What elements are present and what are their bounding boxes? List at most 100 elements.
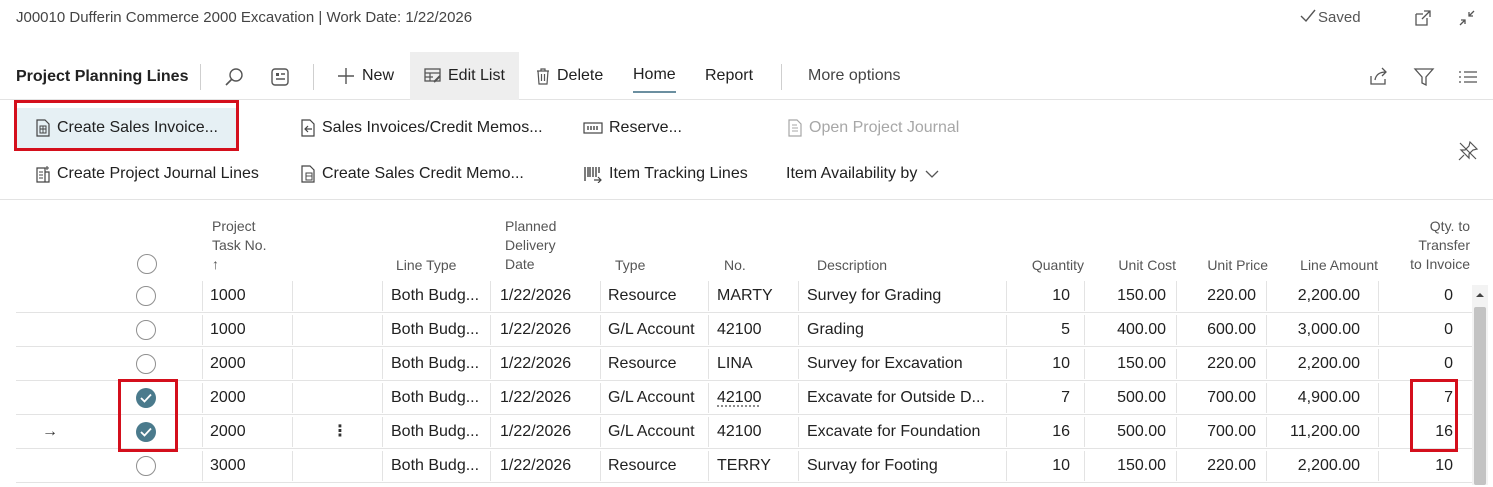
row-select-checkbox[interactable] <box>136 456 156 476</box>
task-no-cell[interactable]: 2000 <box>210 347 290 381</box>
col-header-qty-to-transfer[interactable]: Qty. to Transfer to Invoice <box>1390 217 1470 274</box>
col-header-unit-cost[interactable]: Unit Cost <box>1096 256 1176 275</box>
description-cell[interactable]: Grading <box>807 313 1002 347</box>
quantity-cell[interactable]: 7 <box>1010 381 1070 415</box>
col-header-line-type[interactable]: Line Type <box>396 256 456 275</box>
unit-price-cell[interactable]: 220.00 <box>1184 449 1256 483</box>
unit-price-cell[interactable]: 220.00 <box>1184 347 1256 381</box>
quantity-cell[interactable]: 10 <box>1010 449 1070 483</box>
no-cell[interactable]: TERRY <box>717 449 797 483</box>
tab-home[interactable]: Home <box>633 59 676 93</box>
type-cell[interactable]: G/L Account <box>608 313 708 347</box>
col-header-line-amount[interactable]: Line Amount <box>1278 256 1378 275</box>
col-header-planned-delivery-date[interactable]: Planned Delivery Date <box>505 217 556 274</box>
planned-delivery-date-cell[interactable]: 1/22/2026 <box>500 449 600 483</box>
qty-to-transfer-cell[interactable]: 0 <box>1388 279 1453 313</box>
more-options-button[interactable]: More options <box>808 52 901 100</box>
unpin-icon[interactable] <box>1457 140 1479 162</box>
planned-delivery-date-cell[interactable]: 1/22/2026 <box>500 313 600 347</box>
unit-cost-cell[interactable]: 400.00 <box>1094 313 1166 347</box>
col-header-no[interactable]: No. <box>724 256 746 275</box>
unit-cost-cell[interactable]: 150.00 <box>1094 347 1166 381</box>
col-header-unit-price[interactable]: Unit Price <box>1188 256 1268 275</box>
qty-to-transfer-cell[interactable]: 10 <box>1388 449 1453 483</box>
filter-icon[interactable] <box>1413 66 1435 88</box>
create-project-journal-lines-button[interactable]: Create Project Journal Lines <box>35 154 259 194</box>
no-cell[interactable]: MARTY <box>717 279 797 313</box>
line-type-cell[interactable]: Both Budg... <box>391 449 491 483</box>
open-new-window-icon[interactable] <box>1413 8 1433 28</box>
line-type-cell[interactable]: Both Budg... <box>391 347 491 381</box>
unit-cost-cell[interactable]: 500.00 <box>1094 415 1166 449</box>
personalize-icon[interactable] <box>269 66 291 88</box>
share-icon[interactable] <box>1368 66 1390 88</box>
row-menu-icon[interactable] <box>332 449 342 483</box>
table-row[interactable]: → 2000 ⋮ Both Budg... 1/22/2026 G/L Acco… <box>16 415 1472 449</box>
item-availability-by-menu[interactable]: Item Availability by <box>786 154 940 194</box>
task-no-cell[interactable]: 2000 <box>210 415 290 449</box>
no-cell[interactable]: LINA <box>717 347 797 381</box>
description-cell[interactable]: Excavate for Foundation <box>807 415 1002 449</box>
table-row[interactable]: 2000 Both Budg... 1/22/2026 G/L Account … <box>16 381 1472 415</box>
no-cell[interactable]: 42100 <box>717 381 797 415</box>
row-menu-icon[interactable] <box>332 279 342 313</box>
scrollbar-thumb[interactable] <box>1474 307 1486 485</box>
qty-to-transfer-cell[interactable]: 16 <box>1388 415 1453 449</box>
row-menu-icon[interactable] <box>332 313 342 347</box>
type-cell[interactable]: Resource <box>608 279 708 313</box>
unit-price-cell[interactable]: 700.00 <box>1184 415 1256 449</box>
description-cell[interactable]: Excavate for Outside D... <box>807 381 1002 415</box>
unit-price-cell[interactable]: 220.00 <box>1184 279 1256 313</box>
qty-to-transfer-cell[interactable]: 7 <box>1388 381 1453 415</box>
unit-cost-cell[interactable]: 500.00 <box>1094 381 1166 415</box>
vertical-scrollbar[interactable] <box>1472 285 1488 485</box>
planned-delivery-date-cell[interactable]: 1/22/2026 <box>500 279 600 313</box>
table-row[interactable]: 3000 Both Budg... 1/22/2026 Resource TER… <box>16 449 1472 483</box>
open-project-journal-button[interactable]: Open Project Journal <box>787 108 959 148</box>
row-select-checkbox[interactable] <box>136 422 156 442</box>
select-all-checkbox[interactable] <box>137 254 157 274</box>
line-amount-cell[interactable]: 2,200.00 <box>1270 279 1360 313</box>
description-cell[interactable]: Survay for Footing <box>807 449 1002 483</box>
line-amount-cell[interactable]: 3,000.00 <box>1270 313 1360 347</box>
item-tracking-lines-button[interactable]: Item Tracking Lines <box>583 154 748 194</box>
unit-cost-cell[interactable]: 150.00 <box>1094 279 1166 313</box>
table-row[interactable]: 1000 Both Budg... 1/22/2026 G/L Account … <box>16 313 1472 347</box>
planned-delivery-date-cell[interactable]: 1/22/2026 <box>500 415 600 449</box>
quantity-cell[interactable]: 10 <box>1010 347 1070 381</box>
type-cell[interactable]: Resource <box>608 449 708 483</box>
line-type-cell[interactable]: Both Budg... <box>391 381 491 415</box>
unit-price-cell[interactable]: 700.00 <box>1184 381 1256 415</box>
list-view-icon[interactable] <box>1457 66 1479 88</box>
task-no-cell[interactable]: 2000 <box>210 381 290 415</box>
scroll-up-icon[interactable] <box>1472 287 1488 303</box>
row-select-checkbox[interactable] <box>136 354 156 374</box>
line-amount-cell[interactable]: 2,200.00 <box>1270 449 1360 483</box>
line-amount-cell[interactable]: 11,200.00 <box>1270 415 1360 449</box>
col-header-quantity[interactable]: Quantity <box>1004 256 1084 275</box>
quantity-cell[interactable]: 5 <box>1010 313 1070 347</box>
col-header-type[interactable]: Type <box>615 256 645 275</box>
col-header-task-no[interactable]: Project Task No. ↑ <box>212 217 266 274</box>
row-select-checkbox[interactable] <box>136 388 156 408</box>
delete-button[interactable]: Delete <box>535 52 603 100</box>
table-row[interactable]: 1000 Both Budg... 1/22/2026 Resource MAR… <box>16 279 1472 313</box>
tab-report[interactable]: Report <box>705 52 753 100</box>
sales-invoices-credit-memos-button[interactable]: Sales Invoices/Credit Memos... <box>300 108 543 148</box>
new-button[interactable]: New <box>336 52 394 100</box>
line-type-cell[interactable]: Both Budg... <box>391 415 491 449</box>
description-cell[interactable]: Survey for Excavation <box>807 347 1002 381</box>
line-type-cell[interactable]: Both Budg... <box>391 279 491 313</box>
collapse-icon[interactable] <box>1457 8 1477 28</box>
search-icon[interactable] <box>224 66 246 88</box>
line-amount-cell[interactable]: 4,900.00 <box>1270 381 1360 415</box>
no-cell[interactable]: 42100 <box>717 415 797 449</box>
row-menu-icon[interactable]: ⋮ <box>332 415 342 449</box>
planned-delivery-date-cell[interactable]: 1/22/2026 <box>500 347 600 381</box>
description-cell[interactable]: Survey for Grading <box>807 279 1002 313</box>
quantity-cell[interactable]: 16 <box>1010 415 1070 449</box>
create-sales-credit-memo-button[interactable]: Create Sales Credit Memo... <box>300 154 524 194</box>
unit-price-cell[interactable]: 600.00 <box>1184 313 1256 347</box>
row-menu-icon[interactable] <box>332 381 342 415</box>
type-cell[interactable]: G/L Account <box>608 415 708 449</box>
